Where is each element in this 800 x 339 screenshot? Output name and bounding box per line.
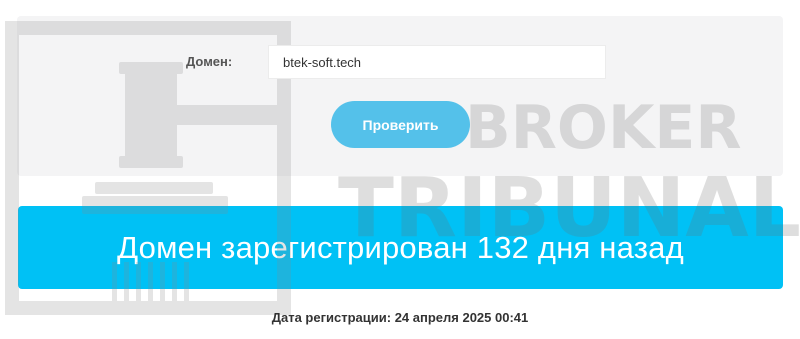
- domain-input[interactable]: [268, 45, 606, 79]
- check-button[interactable]: Проверить: [331, 101, 470, 148]
- domain-check-card: [17, 16, 783, 176]
- result-message: Домен зарегистрирован 132 дня назад: [117, 229, 684, 265]
- domain-label: Домен:: [186, 54, 233, 69]
- registration-date: Дата регистрации: 24 апреля 2025 00:41: [271, 310, 529, 325]
- result-banner: Домен зарегистрирован 132 дня назад: [18, 206, 783, 289]
